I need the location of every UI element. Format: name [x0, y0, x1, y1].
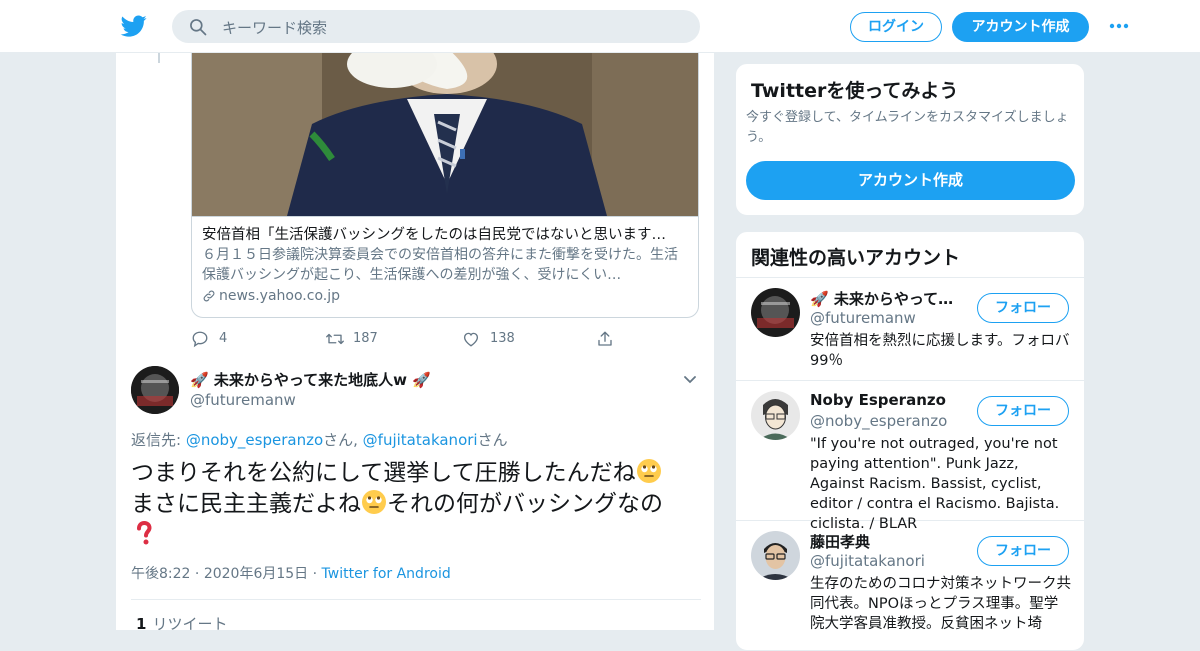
account-handle[interactable]: @noby_esperanzo	[810, 412, 947, 430]
account-name[interactable]: Noby Esperanzo	[810, 391, 946, 409]
link-preview-description: ６月１５日参議院決算委員会での安倍首相の答弁にまた衝撃を受けた。生活保護バッシン…	[202, 247, 678, 283]
retweet-count: 187	[353, 331, 378, 346]
tweet-time[interactable]: 午後8:22	[131, 566, 190, 582]
rolling-eyes-emoji-icon	[636, 459, 661, 483]
try-twitter-title: Twitterを使ってみよう	[751, 80, 959, 102]
reply-count: 4	[219, 331, 228, 346]
tweet-text-part: それの何がバッシングなの	[387, 491, 663, 517]
link-preview-card[interactable]: 安倍首相「生活保護バッシングをしたのは自民党ではないと思います… ６月１５日参議…	[191, 53, 699, 318]
tweet-text: つまりそれを公約にして選挙して圧勝したんだね まさに民主主義だよね それの何がバッシ…	[131, 458, 701, 551]
heart-icon	[463, 332, 479, 347]
search-input[interactable]: キーワード検索	[222, 17, 327, 38]
chevron-down-icon[interactable]	[682, 371, 698, 387]
account-handle[interactable]: @futuremanw	[810, 309, 916, 327]
account-handle[interactable]: @fujitatakanori	[810, 552, 925, 570]
tweet-text-part: つまりそれを公約にして選挙して圧勝したんだね	[131, 460, 636, 486]
reply-to-prefix: 返信先:	[131, 431, 186, 449]
related-account-item[interactable]: Noby Esperanzo @noby_esperanzo フォロー "If …	[736, 381, 1084, 532]
top-navigation-bar: キーワード検索 ログイン アカウント作成	[0, 0, 1200, 53]
try-twitter-panel: Twitterを使ってみよう 今すぐ登録して、タイムラインをカスタマイズしましょ…	[735, 63, 1085, 216]
reply-icon	[192, 331, 208, 348]
related-account-item[interactable]: 藤田孝典 @fujitatakanori フォロー 生存のためのコロナ対策ネット…	[736, 521, 1084, 650]
follow-button[interactable]: フォロー	[977, 396, 1069, 426]
link-preview-image	[192, 53, 698, 216]
like-count: 138	[490, 331, 515, 346]
tweet-author-avatar[interactable]	[131, 366, 179, 414]
related-accounts-title: 関連性の高いアカウント	[751, 247, 961, 269]
login-button[interactable]: ログイン	[850, 12, 942, 42]
tweet-text-part: まさに民主主義だよね	[131, 491, 361, 517]
related-accounts-panel: 関連性の高いアカウント 🚀 未来からやって… @futuremanw フォロー …	[735, 231, 1085, 651]
tweet-author-handle[interactable]: @futuremanw	[190, 391, 296, 409]
create-account-button[interactable]: アカウント作成	[746, 161, 1075, 200]
account-name[interactable]: 藤田孝典	[810, 531, 870, 552]
parent-tweet-actions: 4 187 138	[191, 329, 699, 349]
account-bio: "If you're not outraged, you're not payi…	[810, 436, 1060, 532]
tweet-column: 安倍首相「生活保護バッシングをしたのは自民党ではないと思います… ６月１５日参議…	[115, 53, 715, 630]
link-preview-domain: news.yahoo.co.jp	[219, 288, 340, 304]
thread-connector-line	[158, 53, 160, 63]
rolling-eyes-emoji-icon	[362, 490, 386, 514]
reply-to-line: 返信先: @noby_esperanzoさん, @fujitatakanoriさ…	[131, 429, 508, 450]
reply-to-honorific: さん	[477, 431, 508, 449]
share-icon	[598, 331, 612, 346]
link-preview-title: 安倍首相「生活保護バッシングをしたのは自民党ではないと思います…	[202, 227, 666, 243]
signup-button[interactable]: アカウント作成	[952, 12, 1089, 42]
red-question-mark-icon	[137, 520, 152, 545]
retweet-stats[interactable]: 1 リツイート	[136, 613, 227, 630]
tweet-author-name[interactable]: 🚀 未来からやって来た地底人w 🚀	[190, 369, 431, 390]
link-preview-domain-row: news.yahoo.co.jp	[202, 286, 690, 306]
account-name[interactable]: 🚀 未来からやって…	[810, 288, 953, 309]
try-twitter-description: 今すぐ登録して、タイムラインをカスタマイズしましょう。	[746, 110, 1069, 145]
link-icon	[203, 290, 215, 302]
more-options-icon[interactable]	[1108, 20, 1130, 32]
account-avatar[interactable]	[751, 288, 800, 337]
twitter-bird-icon[interactable]	[120, 13, 148, 39]
reply-to-user-link[interactable]: @noby_esperanzo	[186, 431, 323, 449]
tweet-metadata: 午後8:22 · 2020年6月15日 · Twitter for Androi…	[131, 566, 451, 582]
reply-to-user-link[interactable]: @fujitatakanori	[363, 431, 478, 449]
follow-button[interactable]: フォロー	[977, 293, 1069, 323]
account-bio: 安倍首相を熱烈に応援します。フォロバ99％	[810, 333, 1070, 369]
tweet-date[interactable]: 2020年6月15日	[204, 566, 308, 582]
related-account-item[interactable]: 🚀 未来からやって… @futuremanw フォロー 安倍首相を熱烈に応援しま…	[736, 278, 1084, 381]
account-bio: 生存のためのコロナ対策ネットワーク共同代表。NPOほっとプラス理事。聖学院大学客…	[810, 576, 1071, 632]
retweet-stat-label: リツイート	[152, 615, 228, 630]
search-icon	[190, 19, 207, 36]
follow-button[interactable]: フォロー	[977, 536, 1069, 566]
retweet-stat-count: 1	[136, 615, 147, 630]
divider	[131, 599, 701, 600]
retweet-icon	[326, 333, 344, 345]
tweet-source-link[interactable]: Twitter for Android	[322, 566, 451, 582]
account-avatar[interactable]	[751, 391, 800, 440]
reply-to-honorific: さん,	[323, 431, 363, 449]
account-avatar[interactable]	[751, 531, 800, 580]
search-bar[interactable]: キーワード検索	[172, 10, 700, 43]
link-preview-text: 安倍首相「生活保護バッシングをしたのは自民党ではないと思います… ６月１５日参議…	[192, 216, 698, 314]
